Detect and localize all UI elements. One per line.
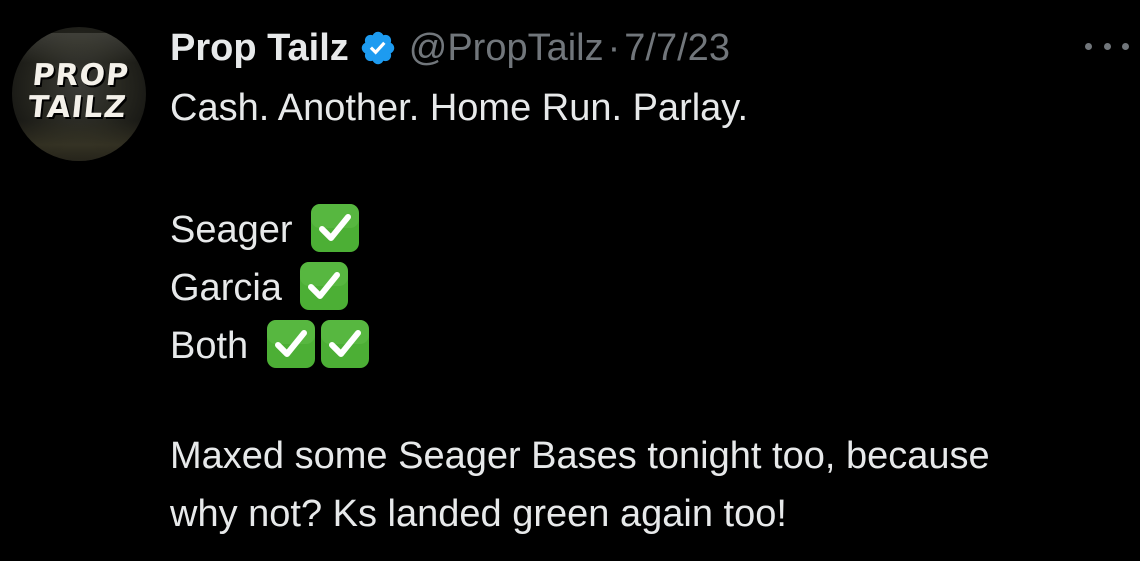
- player-name: Garcia: [170, 267, 282, 309]
- tweet[interactable]: PROP TAILZ Prop Tailz @PropTailz · 7/7/2…: [0, 0, 1140, 561]
- avatar-logo: PROP TAILZ: [12, 58, 146, 125]
- check-mark-button-icon: [309, 202, 361, 254]
- more-dot: [1122, 42, 1129, 50]
- tweet-header: Prop Tailz @PropTailz · 7/7/23: [170, 22, 730, 74]
- display-name[interactable]: Prop Tailz: [170, 27, 349, 70]
- avatar[interactable]: PROP TAILZ: [12, 27, 146, 161]
- more-dot: [1085, 42, 1092, 50]
- header-separator: ·: [607, 26, 621, 69]
- tweet-text-line: why not? Ks landed green again too!: [170, 493, 787, 535]
- tweet-text-line: Maxed some Seager Bases tonight too, bec…: [170, 435, 990, 477]
- tweet-text-line: Both: [170, 318, 371, 370]
- tweet-text-line: Garcia: [170, 260, 350, 312]
- tweet-text-line: Cash. Another. Home Run. Parlay.: [170, 87, 749, 129]
- avatar-logo-line1: PROP: [30, 58, 131, 93]
- verified-badge-icon[interactable]: [359, 29, 397, 67]
- more-options-icon[interactable]: [1085, 32, 1129, 60]
- check-mark-button-icon: [319, 318, 371, 370]
- more-dot: [1103, 42, 1111, 50]
- check-mark-button-icon: [265, 318, 317, 370]
- player-name: Both: [170, 325, 249, 367]
- player-name: Seager: [170, 209, 293, 251]
- avatar-field: [12, 121, 146, 161]
- tweet-text-line: Seager: [170, 202, 361, 254]
- check-mark-button-icon: [298, 260, 350, 312]
- tweet-date[interactable]: 7/7/23: [624, 27, 730, 70]
- avatar-logo-line2: TAILZ: [26, 90, 129, 125]
- user-handle[interactable]: @PropTailz: [409, 27, 604, 70]
